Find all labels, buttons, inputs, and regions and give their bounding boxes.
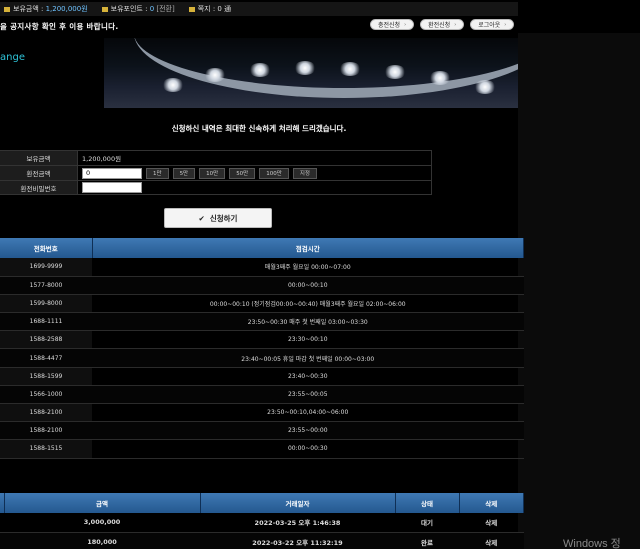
banner-arch (134, 38, 518, 98)
withdraw-request-button[interactable]: 환전신청 › (420, 19, 465, 30)
amount-100k-button[interactable]: 10만 (199, 167, 226, 179)
stadium-light (429, 71, 451, 85)
table-row: 1588-2588 23:30~00:10 (0, 330, 524, 350)
amount-input[interactable]: 0 (82, 167, 142, 179)
column-header: 금액 (4, 493, 201, 513)
balance-status: 보유금액 : 1,200,000원 (4, 4, 88, 14)
windows-watermark: Windows 정 (563, 538, 621, 549)
amount-cell: 180,000 (4, 532, 200, 549)
apply-button[interactable]: ✔ 신청하기 (164, 208, 272, 228)
table-row: 1588-2100 23:50~00:10,04:00~06:00 (0, 403, 524, 423)
phone-number-cell: 1688-1111 (0, 312, 92, 332)
phone-number-cell: 1588-2100 (0, 421, 92, 441)
maintenance-time-cell: 00:00~00:30 (92, 439, 524, 459)
table-row: 1588-1599 23:40~00:30 (0, 367, 524, 386)
column-header: 거래일자 (200, 493, 396, 513)
convert-points-link[interactable]: [전환] (156, 5, 174, 13)
phone-number-cell: 1599-8000 (0, 294, 92, 314)
points-status: 보유포인트 : 0 [전환] (101, 4, 175, 14)
stadium-light (162, 78, 184, 92)
phone-number-cell: 1588-1599 (0, 367, 92, 386)
table-row: 1577-8000 00:00~00:10 (0, 276, 524, 295)
maintenance-time-cell: 23:40~00:30 (92, 367, 524, 386)
maintenance-time-cell: 00:00~00:10 (92, 276, 524, 295)
mail-icon (188, 6, 195, 12)
message-status[interactable]: 쪽지 : 0 通 (188, 4, 231, 14)
delete-cell[interactable]: 삭제 (459, 532, 524, 549)
logout-button[interactable]: 로그아웃 › (470, 19, 515, 30)
column-header: 삭제 (459, 493, 524, 513)
amount-10k-button[interactable]: 1만 (146, 167, 169, 179)
top-bar: 보유금액 : 1,200,000원 보유포인트 : 0 [전환] 쪽지 : 0 … (0, 0, 640, 33)
stadium-light (204, 68, 226, 82)
amount-row: 환전금액 0 1만 5만 10만 50만 100만 지정 (0, 165, 432, 180)
stadium-light (249, 63, 271, 77)
status-strip: 보유금액 : 1,200,000원 보유포인트 : 0 [전환] 쪽지 : 0 … (0, 2, 518, 16)
date-cell: 2022-03-22 오후 11:32:19 (200, 532, 395, 549)
balance-amount: 1,200,000원 (78, 151, 432, 165)
date-cell: 2022-03-25 오후 1:46:38 (200, 513, 395, 533)
maintenance-time-cell: 00:00~00:10 (정기점검00:00~00:40) 매월3째주 월요일 … (92, 294, 524, 314)
maintenance-time-cell: 23:50~00:10,04:00~06:00 (92, 403, 524, 423)
table-row: 1566-1000 23:55~00:05 (0, 385, 524, 405)
phone-number-cell: 1577-8000 (0, 276, 92, 295)
chevron-icon: › (404, 21, 407, 28)
stadium-light (339, 62, 361, 76)
maintenance-table: 전화번호 점검시간 1699-9999 매월3째주 월요일 00:00~07:00… (0, 238, 524, 459)
phone-number-cell: 1588-2100 (0, 403, 92, 423)
phone-number-cell: 1588-4477 (0, 348, 92, 368)
balance-value: 1,200,000원 (45, 5, 88, 13)
table-row: 1588-2100 23:55~00:00 (0, 421, 524, 441)
phone-number-cell: 1566-1000 (0, 385, 92, 405)
amount-cell: 3,000,000 (4, 513, 200, 533)
chevron-icon: › (504, 21, 507, 28)
table-row: 1588-4477 23:40~00:05 휴일 마감 첫 번째일 00:00~0… (0, 348, 524, 368)
maintenance-time-cell: 매월3째주 월요일 00:00~07:00 (92, 258, 524, 277)
coin-icon (101, 6, 108, 12)
maintenance-time-cell: 23:30~00:10 (92, 330, 524, 350)
balance-row: 보유금액 1,200,000원 (0, 150, 432, 165)
status-cell: 완료 (395, 532, 459, 549)
maintenance-time-cell: 23:55~00:00 (92, 421, 524, 441)
stadium-banner (104, 38, 518, 108)
delete-cell[interactable]: 삭제 (459, 513, 524, 533)
phone-number-cell: 1588-2588 (0, 330, 92, 350)
password-input[interactable] (82, 182, 142, 193)
maintenance-time-cell: 23:50~00:30 매주 첫 번째일 03:00~03:30 (92, 312, 524, 332)
maintenance-time-cell: 23:55~00:05 (92, 385, 524, 405)
amount-1m-button[interactable]: 100만 (259, 167, 289, 179)
amount-500k-button[interactable]: 50만 (229, 167, 256, 179)
chevron-icon: › (454, 21, 457, 28)
withdraw-form: 보유금액 1,200,000원 환전금액 0 1만 5만 10만 50만 100… (0, 150, 432, 195)
table-row: 180,000 2022-03-22 오후 11:32:19 완료 삭제 (0, 532, 524, 549)
deposit-request-button[interactable]: 충전신청 › (370, 19, 415, 30)
column-header: 점검시간 (92, 238, 524, 258)
points-value: 0 (149, 5, 155, 13)
stadium-light (384, 65, 406, 79)
coin-icon (4, 6, 10, 12)
table-row: 1699-9999 매월3째주 월요일 00:00~07:00 (0, 258, 524, 277)
stadium-light (474, 80, 496, 94)
column-header: 전화번호 (0, 238, 93, 258)
table-row: 1599-8000 00:00~00:10 (정기점검00:00~00:40) 매… (0, 294, 524, 314)
check-icon: ✔ (198, 213, 205, 223)
page-title: ange (0, 52, 25, 63)
amount-50k-button[interactable]: 5만 (172, 167, 196, 179)
column-header: 상태 (395, 493, 460, 513)
right-dark-area (518, 0, 640, 549)
maintenance-time-cell: 23:40~00:05 휴일 마감 첫 번째일 00:00~03:00 (92, 348, 524, 368)
notice-text: 을 공지사항 확인 후 이용 바랍니다. (0, 22, 119, 31)
phone-number-cell: 1588-1515 (0, 439, 92, 459)
status-cell: 대기 (395, 513, 459, 533)
top-buttons: 충전신청 › 환전신청 › 로그아웃 › (370, 19, 515, 30)
tagline: 신청하신 내역은 최대한 신속하게 처리해 드리겠습니다. (171, 124, 347, 133)
table-row: 1588-1515 00:00~00:30 (0, 439, 524, 459)
table-row: 1688-1111 23:50~00:30 매주 첫 번째일 03:00~03:3… (0, 312, 524, 332)
phone-number-cell: 1699-9999 (0, 258, 92, 277)
password-row: 환전비밀번호 (0, 180, 432, 195)
history-table: 금액 거래일자 상태 삭제 3,000,000 2022-03-25 오후 1:4… (0, 493, 524, 549)
table-row: 3,000,000 2022-03-25 오후 1:46:38 대기 삭제 (0, 513, 524, 533)
amount-custom-button[interactable]: 지정 (292, 167, 317, 179)
stadium-light (294, 61, 316, 75)
